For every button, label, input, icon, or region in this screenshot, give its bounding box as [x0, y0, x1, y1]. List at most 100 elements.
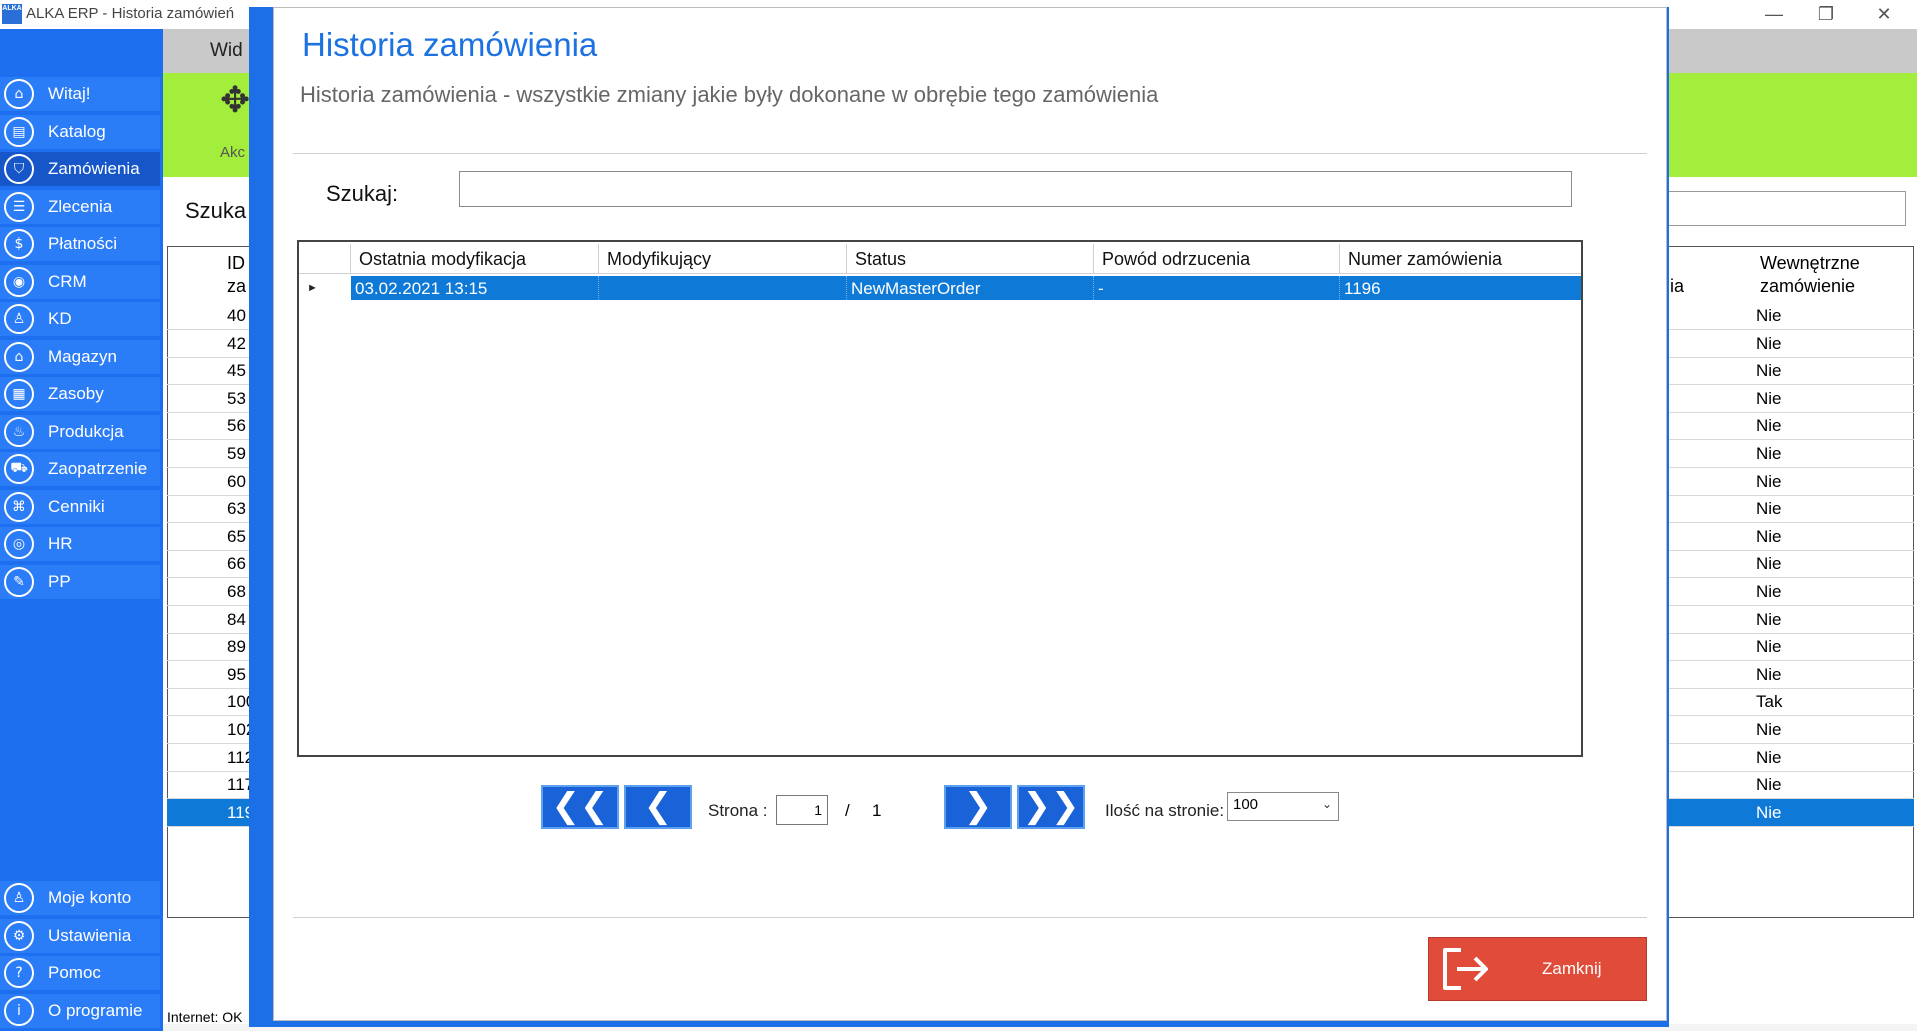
per-page-select[interactable]: 100 ⌄: [1227, 792, 1339, 821]
next-page-button[interactable]: ❯: [944, 785, 1012, 829]
cell-internal-order: Nie: [1756, 444, 1782, 463]
cell-internal-order: Nie: [1756, 361, 1782, 381]
cell-order-id: 56: [227, 416, 246, 436]
account-icon: ♙: [4, 883, 34, 913]
tag-icon: ⌘: [4, 491, 34, 522]
sidebar-item-witaj[interactable]: ⌂ Witaj!: [0, 77, 160, 111]
sidebar-item-label: O programie: [48, 1000, 143, 1020]
sidebar-item-label: Magazyn: [48, 346, 117, 366]
sidebar-item-pomoc[interactable]: ? Pomoc: [0, 956, 160, 990]
cell-internal-order: Nie: [1756, 471, 1782, 491]
background-search-label: Szuka: [185, 198, 247, 223]
sidebar-item-magazyn[interactable]: ⌂ Magazyn: [0, 339, 160, 374]
home-icon: ⌂: [4, 79, 34, 109]
warehouse-icon: ⌂: [4, 341, 34, 372]
cell-internal-order: Nie: [1756, 499, 1782, 519]
sidebar-item-zasoby[interactable]: ▦ Zasoby: [0, 377, 160, 411]
previous-page-button[interactable]: ❮: [624, 785, 692, 829]
column-header-modifier[interactable]: Modyfikujący: [599, 244, 847, 274]
sidebar-item-cenniki[interactable]: ⌘ Cenniki: [0, 489, 160, 524]
close-dialog-button[interactable]: Zamknij: [1428, 937, 1647, 1001]
cell-internal-order: Nie: [1756, 554, 1782, 574]
background-search-input[interactable]: [1668, 191, 1906, 226]
cell-order-id: 45: [227, 361, 246, 381]
sidebar-item-label: Moje konto: [48, 888, 132, 907]
column-header-last-modified[interactable]: Ostatnia modyfikacja: [351, 244, 599, 274]
sidebar-item-label: Zlecenia: [48, 196, 113, 216]
column-header-reject-reason[interactable]: Powód odrzucenia: [1094, 244, 1340, 274]
cell-internal-order: Nie: [1756, 416, 1782, 436]
dollar-icon: $: [4, 229, 34, 259]
cell-reject-reason: -: [1094, 276, 1340, 300]
cell-internal-order: Nie: [1756, 526, 1782, 546]
sidebar-item-ustawienia[interactable]: ⚙ Ustawienia: [0, 918, 160, 953]
cell-internal-order: Nie: [1756, 637, 1782, 657]
cell-order-id: 63: [227, 499, 246, 519]
cell-internal-order: Nie: [1756, 802, 1782, 822]
cell-internal-order: Nie: [1756, 747, 1782, 767]
per-page-label: Ilość na stronie:: [1105, 801, 1225, 820]
sidebar-item-zamówienia[interactable]: ⛉ Zamówienia: [0, 152, 160, 186]
cell-internal-order: Nie: [1756, 388, 1782, 408]
cell-internal-order: Nie: [1756, 664, 1782, 684]
sidebar-item-label: Zamówienia: [48, 159, 140, 178]
truck-icon: ⛟: [4, 454, 34, 484]
background-tab-label[interactable]: Wid: [210, 40, 243, 62]
column-header-status[interactable]: Status: [847, 244, 1094, 274]
grid-row-selector-header: [299, 244, 351, 274]
cell-order-number: 1196: [1344, 279, 1381, 298]
sidebar-item-produkcja[interactable]: ♨ Produkcja: [0, 414, 160, 449]
cell-order-id: 42: [227, 333, 246, 353]
person-icon: ♙: [4, 304, 34, 334]
cell-internal-order: Nie: [1756, 609, 1782, 629]
sidebar-item-label: Cenniki: [48, 496, 105, 516]
sidebar-item-label: Ustawienia: [48, 925, 132, 945]
list-icon: ☰: [4, 191, 34, 222]
cell-internal-order: Nie: [1756, 306, 1782, 325]
page-number-input[interactable]: [776, 795, 828, 825]
info-icon: i: [4, 995, 34, 1026]
page-separator: /: [845, 801, 850, 820]
sidebar-item-zlecenia[interactable]: ☰ Zlecenia: [0, 189, 160, 224]
cell-last-modified: 03.02.2021 13:15: [351, 276, 599, 300]
hr-icon: ◎: [4, 529, 34, 559]
chevron-down-icon: ⌄: [1321, 797, 1332, 811]
maximize-button[interactable]: ❐: [1797, 0, 1855, 29]
settings-icon: ⚙: [4, 920, 34, 951]
search-input[interactable]: [459, 171, 1572, 207]
sidebar-item-o-programie[interactable]: i O programie: [0, 993, 160, 1028]
sidebar-item-label: Płatności: [48, 234, 117, 253]
cell-order-id: 89: [227, 637, 246, 657]
sidebar-item-crm[interactable]: ◉ CRM: [0, 264, 160, 299]
cell-internal-order: Nie: [1756, 333, 1782, 353]
cell-order-id: 65: [227, 526, 246, 546]
sidebar-item-płatności[interactable]: $ Płatności: [0, 227, 160, 261]
exit-icon: [1443, 948, 1488, 990]
column-header-order-number[interactable]: Numer zamówienia: [1340, 244, 1581, 274]
background-action-label: Akc: [220, 144, 246, 161]
cell-order-id: 95: [227, 664, 246, 684]
divider: [293, 917, 1647, 918]
sidebar-item-moje-konto[interactable]: ♙ Moje konto: [0, 881, 160, 915]
book-icon: ▤: [4, 116, 34, 147]
sidebar-item-zaopatrzenie[interactable]: ⛟ Zaopatrzenie: [0, 452, 160, 486]
sidebar-item-label: Katalog: [48, 121, 106, 141]
sidebar-item-label: Zaopatrzenie: [48, 459, 148, 478]
sidebar-item-kd[interactable]: ♙ KD: [0, 302, 160, 336]
sidebar-item-katalog[interactable]: ▤ Katalog: [0, 114, 160, 149]
last-page-button[interactable]: ❯❯: [1017, 785, 1085, 829]
cell-internal-order: Nie: [1756, 582, 1782, 601]
table-row[interactable]: 03.02.2021 13:15 NewMasterOrder - 1196: [351, 276, 1581, 300]
first-page-button[interactable]: ❮❮: [541, 785, 619, 829]
sidebar-item-label: KD: [48, 309, 72, 328]
sidebar-item-hr[interactable]: ◎ HR: [0, 527, 160, 561]
minimize-button[interactable]: —: [1745, 0, 1803, 29]
close-window-button[interactable]: ✕: [1855, 0, 1913, 29]
crm-icon: ◉: [4, 266, 34, 297]
sidebar-item-label: CRM: [48, 271, 87, 291]
sidebar-item-pp[interactable]: ✎ PP: [0, 564, 160, 599]
sidebar-item-label: PP: [48, 571, 71, 591]
divider: [293, 153, 1647, 154]
move-arrows-icon[interactable]: ✥: [220, 80, 250, 121]
cell-order-id: 59: [227, 444, 246, 463]
